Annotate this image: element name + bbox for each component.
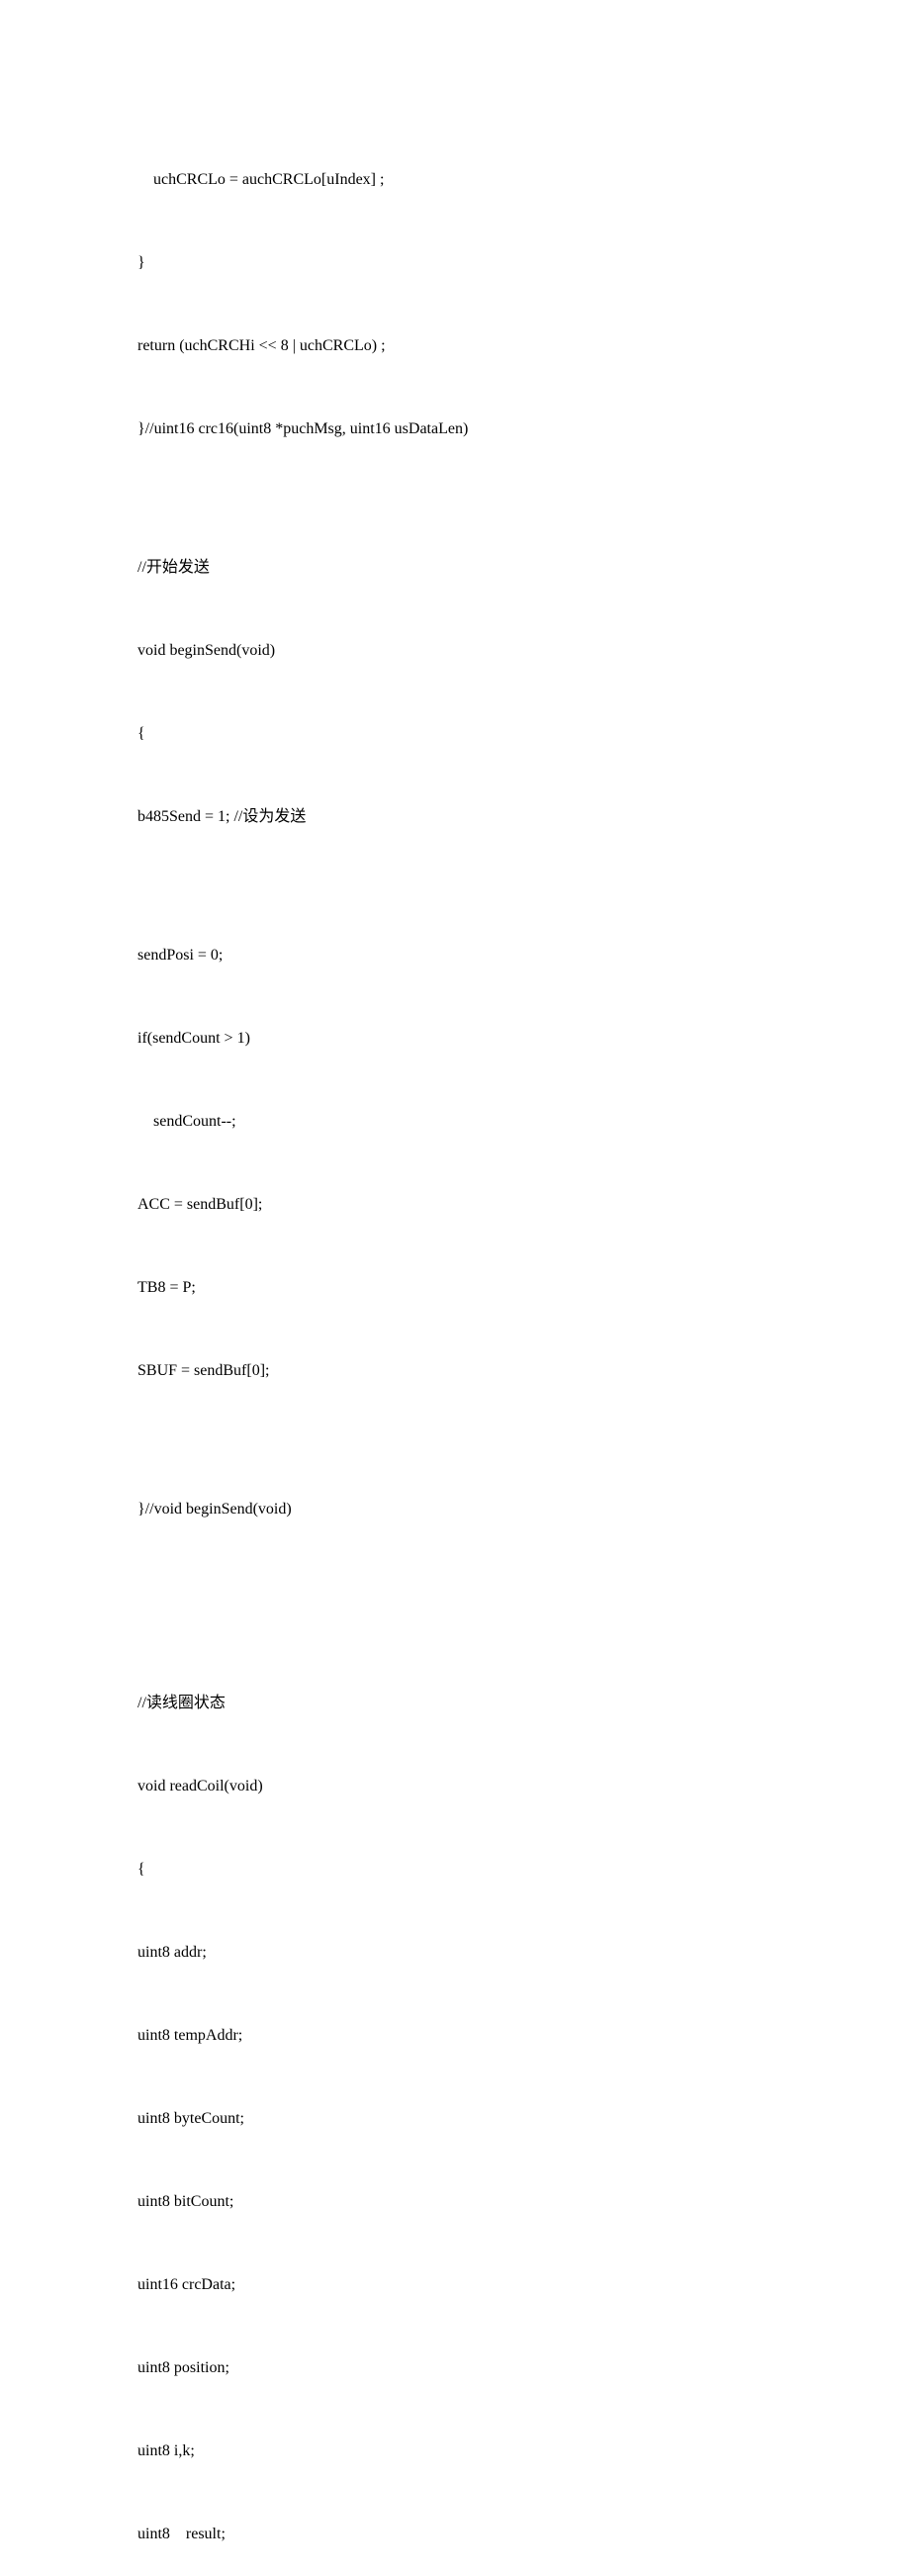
code-line: if(sendCount > 1) <box>137 1025 910 1053</box>
code-line: uint8 tempAddr; <box>137 2022 910 2050</box>
code-line: { <box>137 1856 910 1884</box>
code-line: }//void beginSend(void) <box>137 1496 910 1523</box>
document-page: uchCRCLo = auchCRCLo[uIndex] ; } return … <box>0 0 910 2576</box>
code-line: ACC = sendBuf[0]; <box>137 1191 910 1219</box>
code-line: //读线圈状态 <box>137 1690 910 1717</box>
code-line: //开始发送 <box>137 554 910 582</box>
code-line: void readCoil(void) <box>137 1773 910 1800</box>
code-line: uint8 byteCount; <box>137 2105 910 2133</box>
code-line: return (uchCRCHi << 8 | uchCRCLo) ; <box>137 332 910 360</box>
code-line: SBUF = sendBuf[0]; <box>137 1357 910 1385</box>
code-line: sendCount--; <box>137 1108 910 1136</box>
code-line: b485Send = 1; //设为发送 <box>137 803 910 831</box>
code-line: uint8 i,k; <box>137 2438 910 2465</box>
code-line: uint8 result; <box>137 2521 910 2548</box>
code-line: uint8 position; <box>137 2354 910 2382</box>
code-line: { <box>137 720 910 748</box>
code-line: } <box>137 249 910 277</box>
code-block: uchCRCLo = auchCRCLo[uIndex] ; } return … <box>137 111 910 2576</box>
code-line: void beginSend(void) <box>137 637 910 665</box>
code-line: }//uint16 crc16(uint8 *puchMsg, uint16 u… <box>137 415 910 443</box>
code-line: TB8 = P; <box>137 1274 910 1302</box>
code-line: sendPosi = 0; <box>137 942 910 969</box>
code-line: uint8 addr; <box>137 1939 910 1967</box>
code-line: uchCRCLo = auchCRCLo[uIndex] ; <box>137 166 910 194</box>
code-line: uint16 crcData; <box>137 2271 910 2299</box>
code-line: uint8 bitCount; <box>137 2188 910 2216</box>
